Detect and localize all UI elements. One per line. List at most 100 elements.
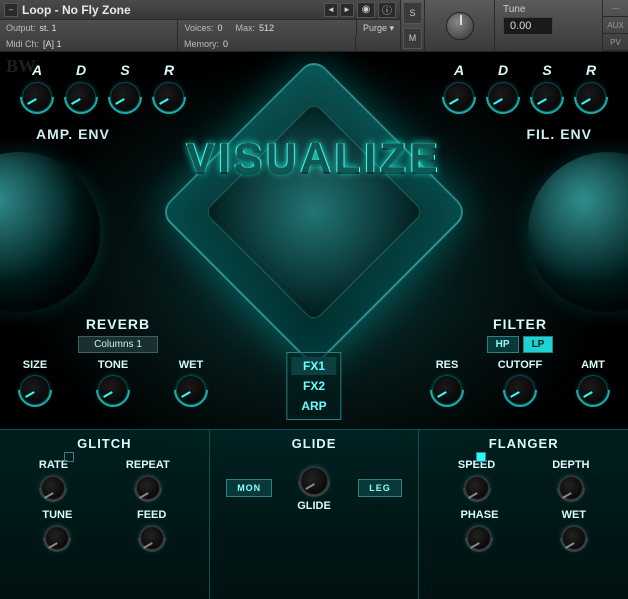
voices-cell: Voices: 0 Max: 512 [178, 20, 356, 36]
tune-knob[interactable] [446, 12, 474, 40]
tune-label: Tune [503, 4, 594, 15]
glitch-title: GLITCH [10, 436, 199, 451]
preset-name[interactable]: Loop - No Fly Zone [22, 3, 324, 17]
amp-a-label: A [32, 62, 42, 78]
glitch-panel: GLITCH RATE REPEAT TUNE FEED [0, 430, 210, 599]
fil-env-title: FIL. ENV [526, 126, 592, 142]
flanger-panel: FLANGER SPEED DEPTH PHASE WET [419, 430, 628, 599]
max-label: Max: [236, 23, 256, 33]
filter-type-toggle: HP LP [430, 336, 610, 353]
voices-label: Voices: [184, 23, 213, 33]
bottom-fx-row: GLITCH RATE REPEAT TUNE FEED GLIDE GLIDE… [0, 429, 628, 599]
tune-readout: Tune 0.00 [494, 0, 602, 51]
filter-hp-button[interactable]: HP [487, 336, 519, 353]
glitch-tune-label: TUNE [42, 509, 72, 521]
flanger-phase-knob[interactable] [466, 525, 492, 551]
fil-s-label: S [542, 62, 551, 78]
reverb-tone-knob[interactable] [98, 375, 128, 405]
flanger-wet-label: WET [562, 509, 586, 521]
minimize-icon[interactable]: — [603, 0, 628, 17]
fx-page-tabs: FX1 FX2 ARP [286, 352, 341, 420]
filter-res-knob[interactable] [432, 375, 462, 405]
snapshot-icon[interactable]: ◉ [357, 2, 375, 18]
filter-decay-knob[interactable] [488, 82, 518, 112]
fil-a-label: A [454, 62, 464, 78]
flanger-wet-knob[interactable] [561, 525, 587, 551]
fil-d-label: D [498, 62, 508, 78]
arp-tab[interactable]: ARP [291, 397, 336, 415]
memory-value: 0 [223, 39, 228, 49]
max-value: 512 [259, 23, 274, 33]
tune-knob-col [424, 0, 494, 51]
aux-button[interactable]: AUX [603, 17, 628, 34]
filter-title: FILTER [430, 316, 610, 332]
amp-release-knob[interactable] [154, 82, 184, 112]
filter-lp-button[interactable]: LP [523, 336, 554, 353]
prev-preset-button[interactable]: ◄ [324, 3, 338, 17]
glitch-rate-knob[interactable] [40, 475, 66, 501]
glide-legato-button[interactable]: LEG [358, 479, 402, 497]
glitch-repeat-knob[interactable] [135, 475, 161, 501]
glitch-feed-knob[interactable] [139, 525, 165, 551]
next-preset-button[interactable]: ► [340, 3, 354, 17]
filter-adsr: A D S R [444, 62, 606, 112]
amp-sustain-knob[interactable] [110, 82, 140, 112]
reverb-section: REVERB Columns 1 SIZE TONE WET [48, 316, 188, 405]
filter-sustain-knob[interactable] [532, 82, 562, 112]
output-label: Output: [6, 23, 36, 33]
tune-value[interactable]: 0.00 [503, 17, 553, 35]
pv-button[interactable]: PV [603, 34, 628, 51]
reverb-preset-select[interactable]: Columns 1 [78, 336, 158, 353]
filter-cutoff-label: CUTOFF [498, 359, 542, 371]
reverb-size-label: SIZE [23, 359, 47, 371]
glide-mono-button[interactable]: MON [226, 479, 272, 497]
reverb-tone-label: TONE [98, 359, 128, 371]
decorative-sphere-left [0, 152, 100, 312]
solo-button[interactable]: S [403, 2, 422, 24]
fx1-tab[interactable]: FX1 [291, 357, 336, 375]
header-left: – Loop - No Fly Zone ◄ ► ◉ ⓘ Output: st.… [0, 0, 400, 51]
title-row: – Loop - No Fly Zone ◄ ► ◉ ⓘ [0, 0, 400, 20]
collapse-toggle[interactable]: – [4, 3, 18, 17]
filter-cutoff-knob[interactable] [505, 375, 535, 405]
amp-attack-knob[interactable] [22, 82, 52, 112]
filter-amt-knob[interactable] [578, 375, 608, 405]
filter-res-label: RES [436, 359, 459, 371]
voices-value: 0 [218, 23, 223, 33]
decorative-sphere-right [528, 152, 628, 312]
output-cell[interactable]: Output: st. 1 [0, 20, 178, 36]
memory-label: Memory: [184, 39, 219, 49]
reverb-wet-label: WET [179, 359, 203, 371]
amp-decay-knob[interactable] [66, 82, 96, 112]
glide-title: GLIDE [220, 436, 409, 451]
info-icon[interactable]: ⓘ [378, 2, 396, 18]
flanger-title: FLANGER [429, 436, 618, 451]
fil-r-label: R [586, 62, 596, 78]
reverb-title: REVERB [48, 316, 188, 332]
reverb-wet-knob[interactable] [176, 375, 206, 405]
flanger-toggle[interactable] [476, 452, 486, 462]
instrument-panel: BW VISUALIZE A D S R AMP. ENV A D S R FI… [0, 52, 628, 599]
brand-title: VISUALIZE [186, 134, 441, 182]
reverb-size-knob[interactable] [20, 375, 50, 405]
info-row-2: Midi Ch: [A] 1 Memory: 0 [0, 36, 400, 52]
amp-r-label: R [164, 62, 174, 78]
flanger-depth-knob[interactable] [558, 475, 584, 501]
purge-label: Purge [363, 23, 387, 33]
mute-button[interactable]: M [403, 28, 422, 50]
glide-knob[interactable] [299, 466, 329, 496]
filter-release-knob[interactable] [576, 82, 606, 112]
amp-s-label: S [120, 62, 129, 78]
glitch-toggle[interactable] [64, 452, 74, 462]
midi-cell[interactable]: Midi Ch: [A] 1 [0, 36, 178, 52]
memory-cell: Memory: 0 [178, 36, 356, 52]
glitch-tune-knob[interactable] [44, 525, 70, 551]
info-row-1: Output: st. 1 Voices: 0 Max: 512 Purge ▾ [0, 20, 400, 36]
glitch-repeat-label: REPEAT [126, 459, 170, 471]
instrument-header: – Loop - No Fly Zone ◄ ► ◉ ⓘ Output: st.… [0, 0, 628, 52]
filter-section: FILTER HP LP RES CUTOFF AMT [430, 316, 610, 405]
purge-button[interactable]: Purge ▾ [357, 20, 400, 36]
fx2-tab[interactable]: FX2 [291, 377, 336, 395]
flanger-speed-knob[interactable] [464, 475, 490, 501]
filter-attack-knob[interactable] [444, 82, 474, 112]
